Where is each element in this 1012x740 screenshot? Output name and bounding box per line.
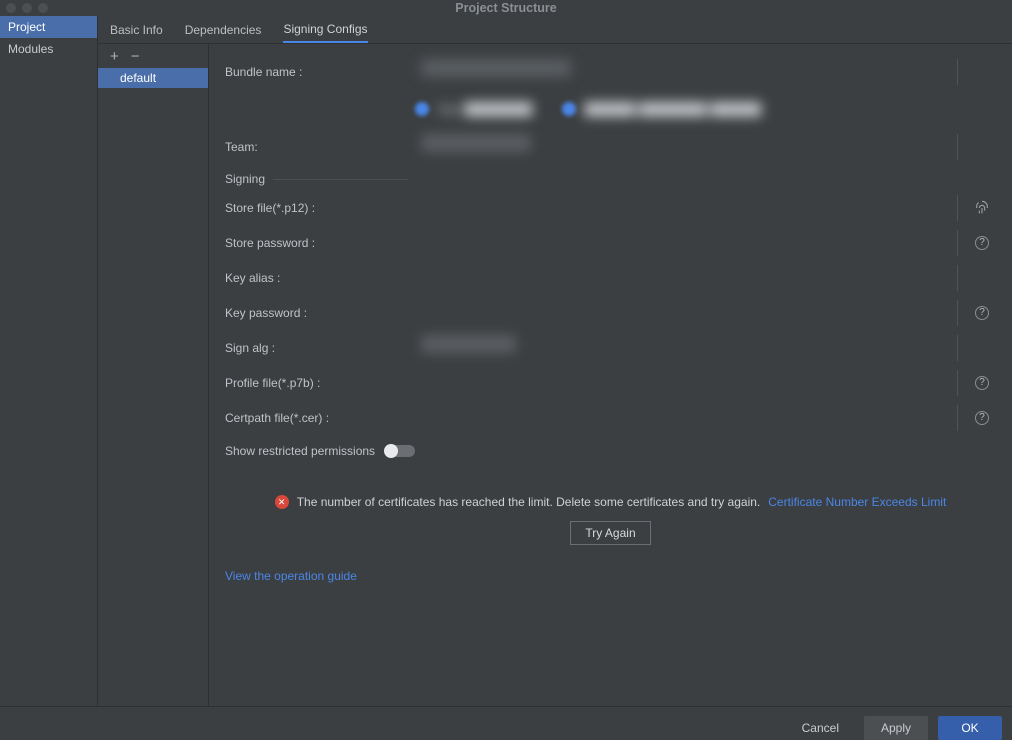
left-rail: Project Modules: [0, 16, 98, 706]
signing-legend: Signing: [225, 172, 265, 186]
dialog-footer: Cancel Apply OK: [0, 706, 1012, 740]
key-alias-label: Key alias :: [225, 271, 405, 285]
help-certpath-file-icon[interactable]: ?: [975, 411, 989, 425]
help-store-password-icon[interactable]: ?: [975, 236, 989, 250]
sign-alg-select[interactable]: [415, 335, 958, 361]
signing-mode-radios: Sign ████████ ██████ ████████ ██████: [225, 89, 996, 129]
config-toolbar: + −: [98, 44, 208, 68]
certpath-file-label: Certpath file(*.cer) :: [225, 411, 405, 425]
left-rail-item-label: Project: [8, 20, 45, 34]
radio-label-redacted: ██████ ████████ ██████: [584, 102, 761, 116]
fingerprint-icon[interactable]: [974, 200, 990, 216]
remove-config-button[interactable]: −: [131, 49, 140, 64]
config-item-label: default: [120, 71, 156, 85]
team-label: Team:: [225, 140, 405, 154]
bundle-name-field[interactable]: [415, 59, 958, 85]
left-rail-item-modules[interactable]: Modules: [0, 38, 97, 60]
view-operation-guide-link[interactable]: View the operation guide: [225, 569, 357, 583]
error-help-link[interactable]: Certificate Number Exceeds Limit: [768, 495, 946, 509]
radio-label-redacted: Sign ████████: [437, 102, 532, 116]
error-block: ✕ The number of certificates has reached…: [225, 495, 996, 545]
show-restricted-label: Show restricted permissions: [225, 444, 375, 458]
try-again-button[interactable]: Try Again: [570, 521, 650, 545]
apply-button[interactable]: Apply: [864, 716, 928, 740]
radio-dot-icon: [415, 102, 429, 116]
profile-file-label: Profile file(*.p7b) :: [225, 376, 405, 390]
store-file-label: Store file(*.p12) :: [225, 201, 405, 215]
sign-alg-label: Sign alg :: [225, 341, 405, 355]
help-key-password-icon[interactable]: ?: [975, 306, 989, 320]
radio-option-1[interactable]: Sign ████████: [415, 102, 532, 116]
profile-file-field[interactable]: [415, 370, 958, 396]
help-profile-file-icon[interactable]: ?: [975, 376, 989, 390]
window-minimize-icon[interactable]: [22, 3, 32, 13]
tabs: Basic Info Dependencies Signing Configs: [98, 16, 1012, 44]
error-icon: ✕: [275, 495, 289, 509]
toggle-knob: [384, 444, 398, 458]
config-list: default: [98, 68, 208, 88]
key-password-label: Key password :: [225, 306, 405, 320]
tab-label: Signing Configs: [283, 22, 367, 36]
certpath-file-field[interactable]: [415, 405, 958, 431]
tab-signing-configs[interactable]: Signing Configs: [283, 16, 367, 43]
add-config-button[interactable]: +: [110, 49, 119, 64]
team-select[interactable]: [415, 134, 958, 160]
store-password-label: Store password :: [225, 236, 405, 250]
config-item[interactable]: default: [98, 68, 208, 88]
bundle-name-label: Bundle name :: [225, 65, 405, 79]
ok-button[interactable]: OK: [938, 716, 1002, 740]
tab-label: Basic Info: [110, 23, 163, 37]
signing-form: Bundle name : Sign ████████: [209, 44, 1012, 706]
tab-label: Dependencies: [185, 23, 262, 37]
tab-basic-info[interactable]: Basic Info: [110, 17, 163, 42]
cancel-button[interactable]: Cancel: [787, 716, 854, 740]
window-title: Project Structure: [0, 1, 1012, 15]
store-file-field[interactable]: [415, 195, 958, 221]
left-rail-item-project[interactable]: Project: [0, 16, 97, 38]
config-panel: + − default: [98, 44, 209, 706]
window-controls: [6, 3, 48, 13]
divider: [273, 179, 408, 180]
window-close-icon[interactable]: [6, 3, 16, 13]
store-password-field[interactable]: [415, 230, 958, 256]
left-rail-item-label: Modules: [8, 42, 53, 56]
radio-option-2[interactable]: ██████ ████████ ██████: [562, 102, 761, 116]
radio-dot-icon: [562, 102, 576, 116]
tab-dependencies[interactable]: Dependencies: [185, 17, 262, 42]
title-bar: Project Structure: [0, 0, 1012, 16]
error-message: The number of certificates has reached t…: [297, 495, 761, 509]
window-zoom-icon[interactable]: [38, 3, 48, 13]
show-restricted-toggle[interactable]: [385, 445, 415, 457]
key-password-field[interactable]: [415, 300, 958, 326]
key-alias-field[interactable]: [415, 265, 958, 291]
